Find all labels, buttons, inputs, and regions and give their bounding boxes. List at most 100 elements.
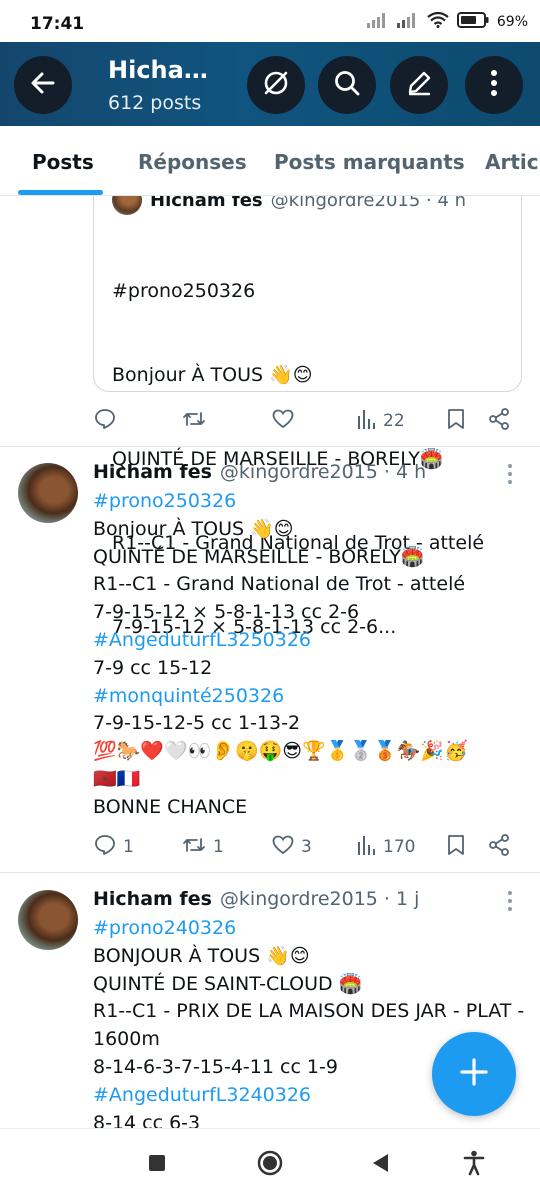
text-line: #prono250326 xyxy=(112,280,256,302)
search-icon xyxy=(332,68,362,102)
kebab-menu-icon xyxy=(490,68,498,102)
author-name[interactable]: Hicham fes xyxy=(93,461,212,483)
home-button[interactable] xyxy=(254,1149,286,1181)
reply-icon xyxy=(93,833,117,862)
hashtag-link[interactable]: #monquinté250326 xyxy=(93,683,523,711)
bookmark-icon xyxy=(445,407,467,436)
status-time: 17:41 xyxy=(30,14,85,34)
signal-icon xyxy=(366,12,389,32)
bookmark-button[interactable] xyxy=(445,406,467,436)
reply-button[interactable] xyxy=(93,406,123,436)
avatar[interactable] xyxy=(18,890,78,950)
reply-icon xyxy=(93,407,117,436)
post-text: #prono250326 Bonjour À TOUS 👋😊 QUINTÉ DE… xyxy=(93,488,523,822)
status-icons: 69% xyxy=(366,11,528,32)
post-divider xyxy=(0,872,540,873)
dot xyxy=(508,891,512,895)
more-options-button[interactable] xyxy=(465,56,523,114)
post-actions: 22 xyxy=(93,406,523,436)
new-post-button[interactable] xyxy=(432,1032,516,1116)
search-button[interactable] xyxy=(318,56,376,114)
post-feed[interactable]: Hicham fes @kingordre2015 · 4 h #prono25… xyxy=(0,196,540,1128)
like-button[interactable]: 3 xyxy=(271,832,312,862)
square-icon xyxy=(148,1154,166,1176)
compose-button[interactable] xyxy=(390,56,448,114)
share-button[interactable] xyxy=(487,406,511,436)
reply-count: 1 xyxy=(123,837,134,857)
post-count: 612 posts xyxy=(108,92,202,114)
tab-replies[interactable]: Réponses xyxy=(138,150,247,174)
text-line: 7-9 cc 15-12 xyxy=(93,656,213,679)
author-handle-time: @kingordre2015 · 1 j xyxy=(219,888,420,910)
like-count: 3 xyxy=(301,837,312,857)
accessibility-icon xyxy=(463,1150,485,1180)
dot xyxy=(508,472,512,476)
profile-tabs: Posts Réponses Posts marquants Articl xyxy=(0,126,540,196)
author-handle-time: @kingordre2015 · 4 h xyxy=(270,196,467,211)
post-actions: 1 1 3 170 xyxy=(93,832,523,862)
text-line: 7-9-15-12-5 cc 1-13-2 xyxy=(93,712,301,735)
text-line: QUINTÉ DE MARSEILLE - BORELY🏟️ xyxy=(93,545,425,568)
heart-icon xyxy=(271,833,295,862)
hashtag-link[interactable]: #AngeduturfL3250326 xyxy=(93,627,523,655)
triangle-back-icon xyxy=(370,1152,390,1178)
back-button[interactable] xyxy=(14,56,72,114)
like-button[interactable] xyxy=(271,406,301,436)
views-button[interactable]: 170 xyxy=(357,832,415,862)
post-more-button[interactable] xyxy=(500,889,520,913)
profile-header: Hicha… 612 posts xyxy=(0,42,540,126)
text-line: BONJOUR À TOUS 👋😊 xyxy=(93,944,310,967)
bar-chart-icon xyxy=(357,408,377,435)
bookmark-button[interactable] xyxy=(445,832,467,862)
reply-button[interactable]: 1 xyxy=(93,832,134,862)
views-count: 22 xyxy=(383,411,405,431)
dot xyxy=(508,907,512,911)
accessibility-button[interactable] xyxy=(458,1149,490,1181)
share-icon xyxy=(487,833,511,862)
signal-icon-2 xyxy=(396,12,419,32)
back-nav-button[interactable] xyxy=(364,1149,396,1181)
tab-posts[interactable]: Posts xyxy=(32,150,94,174)
status-bar: 17:41 69% xyxy=(0,0,540,42)
dot xyxy=(508,480,512,484)
hashtag-link[interactable]: #prono250326 xyxy=(93,488,523,516)
tab-articles[interactable]: Articl xyxy=(485,150,540,174)
author-name: Hicham fes xyxy=(150,196,263,211)
post-header: Hicham fes @kingordre2015 · 4 h xyxy=(93,461,426,483)
tab-highlights[interactable]: Posts marquants xyxy=(274,150,465,174)
views-button[interactable]: 22 xyxy=(357,406,405,436)
quoted-post-header: Hicham fes @kingordre2015 · 4 h xyxy=(112,196,466,215)
text-line: R1--C1 - PRIX DE LA MAISON DES JAR - PLA… xyxy=(93,1000,525,1023)
share-button[interactable] xyxy=(487,832,511,862)
pencil-icon xyxy=(404,68,434,102)
text-line: Bonjour À TOUS 👋😊 xyxy=(93,517,294,540)
repost-button[interactable]: 1 xyxy=(181,832,224,862)
bar-chart-icon xyxy=(357,834,377,861)
text-line: BONNE CHANCE xyxy=(93,795,248,818)
repost-icon xyxy=(181,833,207,862)
post-more-button[interactable] xyxy=(500,462,520,486)
active-tab-indicator xyxy=(18,190,103,195)
heart-icon xyxy=(271,407,295,436)
post-divider xyxy=(0,446,540,447)
hashtag-link[interactable]: #prono240326 xyxy=(93,915,523,943)
views-count: 170 xyxy=(383,837,416,857)
post-header: Hicham fes @kingordre2015 · 1 j xyxy=(93,888,419,910)
mute-button[interactable] xyxy=(247,56,305,114)
arrow-left-icon xyxy=(29,69,57,101)
recents-button[interactable] xyxy=(141,1149,173,1181)
text-line: 7-9-15-12 × 5-8-1-13 cc 2-6 xyxy=(93,601,360,624)
profile-name: Hicha… xyxy=(108,56,208,84)
bookmark-icon xyxy=(445,833,467,862)
repost-icon xyxy=(181,407,207,436)
author-handle-time: @kingordre2015 · 4 h xyxy=(219,461,427,483)
circle-icon xyxy=(256,1149,284,1181)
battery-level: 69% xyxy=(496,14,528,30)
avatar[interactable] xyxy=(18,463,78,523)
author-name[interactable]: Hicham fes xyxy=(93,888,212,910)
repost-button[interactable] xyxy=(181,406,213,436)
text-line: Bonjour À TOUS 👋😊 xyxy=(112,364,313,386)
text-line: QUINTÉ DE SAINT-CLOUD 🏟️ xyxy=(93,972,363,995)
eye-slash-icon xyxy=(261,68,291,102)
quoted-post[interactable]: Hicham fes @kingordre2015 · 4 h #prono25… xyxy=(93,196,522,638)
